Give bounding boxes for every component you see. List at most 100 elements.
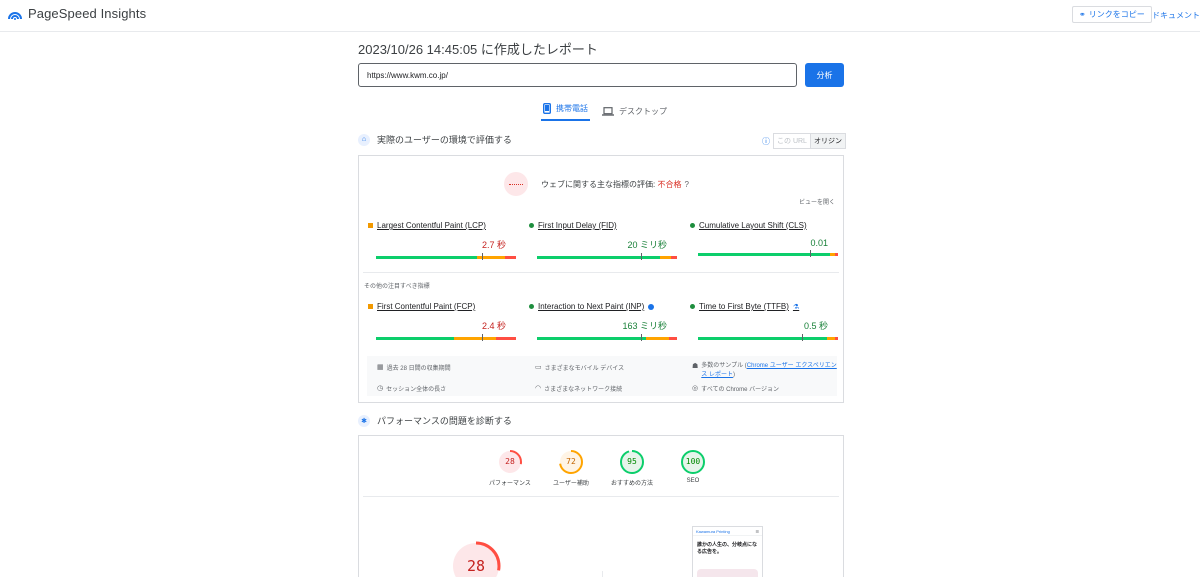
wifi-icon: ◠ xyxy=(535,385,542,392)
metric-other-metrics-2: Time to First Byte (TTFB) ⚗ 0.5 秒 xyxy=(690,302,840,341)
people-icon: ☗ xyxy=(692,363,699,370)
screenshot-illustration xyxy=(697,569,758,577)
footer-period: ▦ 過去 28 日間の収集期間 xyxy=(377,363,451,372)
metric-name-link[interactable]: Interaction to Next Paint (INP) xyxy=(529,302,679,311)
score-gauge-0[interactable]: 28 パフォーマンス xyxy=(480,449,540,487)
expand-view-link[interactable]: ビューを開く xyxy=(799,197,835,206)
good-segment xyxy=(376,337,455,340)
metric-name-link[interactable]: First Contentful Paint (FCP) xyxy=(368,302,518,311)
good-segment xyxy=(376,256,477,259)
metric-value: 163 ミリ秒 xyxy=(622,321,667,331)
tab-mobile-label: 携帯電話 xyxy=(556,103,588,113)
tab-desktop-label: デスクトップ xyxy=(619,106,667,116)
new-metric-info-icon[interactable] xyxy=(648,303,655,310)
score-gauge-2[interactable]: 95 おすすめの方法 xyxy=(602,449,662,487)
gauge-ring: 72 xyxy=(558,449,584,475)
url-origin-toggle: ⓘ この URL オリジン xyxy=(762,133,846,149)
status-good-icon xyxy=(529,304,534,309)
footer-chrome-text: すべての Chrome バージョン xyxy=(701,387,780,393)
footer-network-text: さまざまなネットワーク接続 xyxy=(544,387,623,393)
toggle-this-url[interactable]: この URL xyxy=(774,134,810,148)
metric-distribution-bar xyxy=(376,253,516,260)
footer-samples: ☗ 多数のサンプル (Chrome ユーザー エクスペリエンス レポート) xyxy=(692,362,840,380)
metric-name: Time to First Byte (TTFB) xyxy=(699,302,789,311)
metric-name: First Input Delay (FID) xyxy=(538,221,617,230)
docs-link[interactable]: ドキュメント xyxy=(1152,10,1200,21)
experimental-icon: ⚗ xyxy=(792,303,800,311)
score-gauge-1[interactable]: 72 ユーザー補助 xyxy=(541,449,601,487)
data-source-footer: ▦ 過去 28 日間の収集期間 ▭ さまざまなモバイル デバイス ☗ 多数のサンプル … xyxy=(367,356,837,396)
page-screenshot: Kawamura Printing ☰ 誰かの人生の、分岐点になる広告を。 xyxy=(692,526,763,577)
gauge-label: SEO xyxy=(686,478,700,484)
gauge-score: 72 xyxy=(566,457,576,466)
url-input[interactable] xyxy=(358,63,797,87)
smartphone-icon xyxy=(543,102,551,114)
link-icon: ⚭ xyxy=(1079,10,1086,19)
assessment-failed-icon xyxy=(504,172,528,196)
p75-marker xyxy=(801,334,803,341)
calendar-icon: ▦ xyxy=(377,364,384,371)
tab-mobile[interactable]: 携帯電話 xyxy=(541,101,590,121)
other-metrics-label: その他の注目すべき指標 xyxy=(364,284,430,290)
flask-icon: ✱ xyxy=(358,414,370,427)
metric-core-metrics-0: Largest Contentful Paint (LCP) 2.7 秒 xyxy=(368,221,518,260)
lab-data-heading: ✱ パフォーマンスの問題を診断する xyxy=(358,414,512,427)
metric-name-link[interactable]: Time to First Byte (TTFB) ⚗ xyxy=(690,302,840,311)
metric-distribution-bar xyxy=(537,253,677,260)
big-gauge-score: 28 xyxy=(466,557,486,575)
divider xyxy=(363,496,839,497)
gauge-label: おすすめの方法 xyxy=(610,481,653,487)
timer-icon: ◷ xyxy=(377,385,384,392)
metric-name-link[interactable]: Largest Contentful Paint (LCP) xyxy=(368,221,518,230)
performance-big-gauge: 28 xyxy=(450,540,502,577)
gauge-label: パフォーマンス xyxy=(489,481,531,487)
metric-other-metrics-0: First Contentful Paint (FCP) 2.4 秒 xyxy=(368,302,518,341)
brand[interactable]: PageSpeed Insights xyxy=(8,6,146,21)
footer-chrome: ◎ すべての Chrome バージョン xyxy=(692,384,779,393)
metric-name: Largest Contentful Paint (LCP) xyxy=(377,221,486,230)
good-segment xyxy=(537,337,647,340)
info-icon[interactable]: ⓘ xyxy=(762,136,770,147)
footer-samples-prefix: 多数のサンプル ( xyxy=(701,363,747,369)
poor-segment xyxy=(496,337,516,340)
analyze-button[interactable]: 分析 xyxy=(805,63,844,87)
metric-distribution-bar xyxy=(698,334,838,341)
p75-marker xyxy=(810,250,811,257)
screenshot-brand: Kawamura Printing xyxy=(696,528,730,534)
p75-marker xyxy=(640,253,642,260)
gauge-score: 95 xyxy=(627,457,637,466)
poor-segment xyxy=(671,256,677,259)
help-icon[interactable]: ? xyxy=(684,180,688,189)
assessment-result: 不合格 xyxy=(657,180,682,189)
hamburger-icon: ☰ xyxy=(755,528,759,534)
metric-distribution-bar xyxy=(537,334,677,341)
laptop-icon xyxy=(602,106,614,116)
poor-segment xyxy=(835,337,838,340)
assessment-prefix: ウェブに関する主な指標の評価: xyxy=(541,180,658,189)
metric-core-metrics-2: Cumulative Layout Shift (CLS) 0.01 xyxy=(690,221,840,257)
metric-name-link[interactable]: First Input Delay (FID) xyxy=(529,221,679,230)
gauge-ring: 95 xyxy=(619,449,645,475)
lab-data-title: パフォーマンスの問題を診断する xyxy=(377,416,512,426)
status-average-icon xyxy=(368,223,373,228)
screenshot-header: Kawamura Printing ☰ xyxy=(693,527,762,536)
status-good-icon xyxy=(529,223,534,228)
metric-name: First Contentful Paint (FCP) xyxy=(377,302,476,311)
divider xyxy=(363,272,839,273)
metric-name-link[interactable]: Cumulative Layout Shift (CLS) xyxy=(690,221,840,230)
metric-value: 2.7 秒 xyxy=(481,240,506,250)
good-segment xyxy=(698,337,827,340)
needs-improvement-segment xyxy=(660,256,672,259)
metric-value: 20 ミリ秒 xyxy=(627,240,667,250)
performance-card: 28 パフォーマンス 72 ユーザー補助 95 おすすめの方法 100 SEO 28 Kawa… xyxy=(358,435,844,577)
footer-devices-text: さまざまなモバイル デバイス xyxy=(544,366,625,372)
copy-link-label: リンクをコピー xyxy=(1088,10,1145,19)
status-good-icon xyxy=(690,223,695,228)
divider xyxy=(602,571,603,577)
devices-icon: ▭ xyxy=(535,364,542,371)
score-gauge-3[interactable]: 100 SEO xyxy=(663,449,723,484)
tab-desktop[interactable]: デスクトップ xyxy=(602,101,667,121)
good-segment xyxy=(537,256,661,259)
copy-link-button[interactable]: ⚭ リンクをコピー xyxy=(1072,6,1152,23)
toggle-origin[interactable]: オリジン xyxy=(809,134,845,148)
